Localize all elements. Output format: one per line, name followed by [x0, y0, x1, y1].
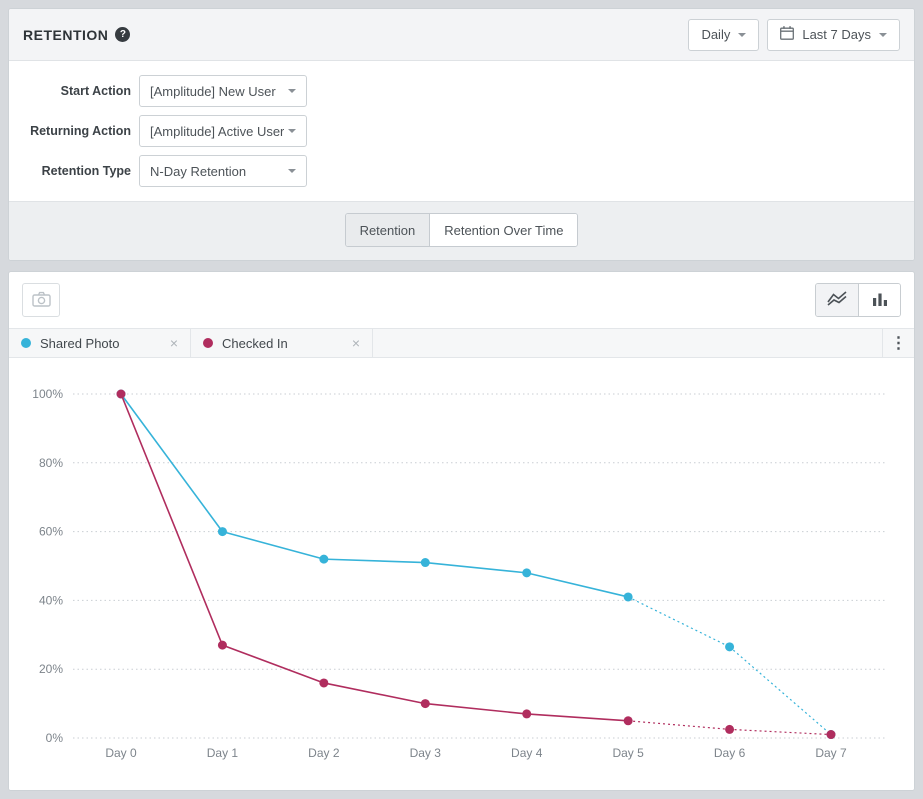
export-chart-image-button[interactable]	[22, 283, 60, 317]
x-axis-tick: Day 4	[511, 746, 543, 760]
legend-chip-shared-photo[interactable]: Shared Photo ×	[9, 329, 191, 357]
series-line-segment	[222, 644, 325, 684]
x-axis-tick: Day 0	[105, 746, 137, 760]
tab-retention-over-time[interactable]: Retention Over Time	[429, 214, 578, 246]
start-action-label: Start Action	[60, 84, 131, 98]
y-axis-tick: 100%	[32, 387, 63, 401]
series-line-segment	[120, 393, 224, 646]
x-axis-tick: Day 3	[410, 746, 442, 760]
data-point[interactable]	[826, 730, 836, 740]
view-tab-group: Retention Retention Over Time	[344, 213, 579, 247]
panel-header: RETENTION ? Daily Last 7 Days	[9, 9, 914, 61]
y-axis-tick: 40%	[39, 593, 63, 607]
series-legend-bar: Shared Photo × Checked In × ⋮	[9, 328, 914, 358]
start-action-dropdown[interactable]: [Amplitude] New User	[139, 75, 307, 107]
granularity-dropdown[interactable]: Daily	[688, 18, 760, 51]
retention-type-value: N-Day Retention	[150, 163, 247, 179]
retention-line-chart: 0% 20% 40% 60% 80% 100% Day 0 Day 1 Day 2 Day 3 Da…	[32, 387, 885, 760]
calendar-icon	[780, 26, 795, 43]
date-range-dropdown[interactable]: Last 7 Days	[767, 18, 900, 51]
data-point[interactable]	[725, 724, 735, 734]
series-line-segment	[729, 646, 832, 736]
page: RETENTION ? Daily Last 7 Days Start Acti…	[0, 0, 923, 799]
series-line-segment	[425, 561, 527, 574]
y-axis-tick: 60%	[39, 525, 63, 539]
y-axis-tick: 80%	[39, 456, 63, 470]
form-row: Retention Type N-Day Retention	[9, 155, 914, 187]
retention-form: Start Action [Amplitude] New User Return…	[9, 61, 914, 201]
kebab-menu-icon[interactable]: ⋮	[882, 329, 914, 357]
y-axis-tick: 0%	[46, 731, 64, 745]
chevron-down-icon	[738, 32, 747, 37]
chevron-down-icon	[879, 32, 887, 37]
bar-chart-toggle-button[interactable]	[858, 284, 900, 316]
legend-spacer	[373, 329, 882, 357]
data-point[interactable]	[217, 640, 227, 650]
form-row: Start Action [Amplitude] New User	[9, 75, 914, 107]
data-point[interactable]	[623, 716, 633, 726]
line-chart-icon	[827, 291, 847, 309]
data-point[interactable]	[319, 678, 329, 688]
chart-type-toggle	[815, 283, 901, 317]
series-line-segment	[323, 682, 426, 705]
panel-header-left: RETENTION ?	[23, 26, 131, 43]
series-color-dot	[203, 338, 213, 348]
data-point[interactable]	[623, 592, 633, 602]
chevron-down-icon	[288, 89, 296, 93]
x-axis-tick: Day 7	[815, 746, 847, 760]
granularity-value: Daily	[701, 27, 731, 42]
y-axis-tick: 20%	[39, 662, 63, 676]
series-label: Checked In	[222, 335, 288, 351]
tab-retention[interactable]: Retention	[345, 214, 430, 246]
series-color-dot	[21, 338, 31, 348]
x-axis-tick: Day 5	[612, 746, 644, 760]
series-line-segment	[526, 572, 629, 598]
data-point[interactable]	[319, 554, 329, 564]
help-icon[interactable]: ?	[115, 27, 131, 42]
returning-action-label: Returning Action	[30, 124, 131, 138]
start-action-value: [Amplitude] New User	[150, 83, 276, 99]
retention-chart-area: 0% 20% 40% 60% 80% 100% Day 0 Day 1 Day 2 Day 3 Da…	[9, 358, 914, 790]
series-line-segment	[627, 596, 730, 648]
data-point[interactable]	[725, 642, 735, 652]
panel-header-right: Daily Last 7 Days	[688, 18, 900, 51]
x-axis-tick: Day 6	[714, 746, 746, 760]
series-label: Shared Photo	[40, 335, 120, 351]
chevron-down-icon	[288, 169, 296, 173]
close-icon[interactable]: ×	[338, 335, 360, 351]
chevron-down-icon	[288, 129, 296, 133]
x-axis-tick: Day 2	[308, 746, 340, 760]
series-line-segment	[222, 530, 325, 560]
line-chart-toggle-button[interactable]	[816, 284, 858, 316]
series-line-segment	[729, 728, 832, 736]
camera-icon	[31, 291, 51, 310]
form-row: Returning Action [Amplitude] Active User	[9, 115, 914, 147]
view-tabbar: Retention Retention Over Time	[9, 201, 914, 260]
retention-type-dropdown[interactable]: N-Day Retention	[139, 155, 307, 187]
data-point[interactable]	[522, 568, 532, 578]
legend-chip-checked-in[interactable]: Checked In ×	[191, 329, 373, 357]
data-point[interactable]	[420, 699, 430, 709]
page-title: RETENTION	[23, 26, 109, 43]
data-point[interactable]	[217, 527, 227, 537]
series-line-segment	[425, 702, 527, 715]
retention-settings-panel: RETENTION ? Daily Last 7 Days Start Acti…	[8, 8, 915, 261]
data-point[interactable]	[522, 709, 532, 719]
x-axis-tick: Day 1	[207, 746, 239, 760]
chart-toolbar	[9, 272, 914, 328]
returning-action-value: [Amplitude] Active User	[150, 123, 285, 139]
close-icon[interactable]: ×	[156, 335, 178, 351]
data-point[interactable]	[116, 389, 126, 399]
series-line-segment	[526, 713, 629, 722]
bar-chart-icon	[872, 292, 887, 309]
series-line-segment	[323, 558, 426, 564]
series-line-segment	[628, 720, 730, 730]
retention-type-label: Retention Type	[41, 164, 131, 178]
data-point[interactable]	[420, 558, 430, 568]
chart-panel: Shared Photo × Checked In × ⋮ 0% 20% 40% 60…	[8, 271, 915, 791]
date-range-value: Last 7 Days	[802, 27, 871, 42]
returning-action-dropdown[interactable]: [Amplitude] Active User	[139, 115, 307, 147]
